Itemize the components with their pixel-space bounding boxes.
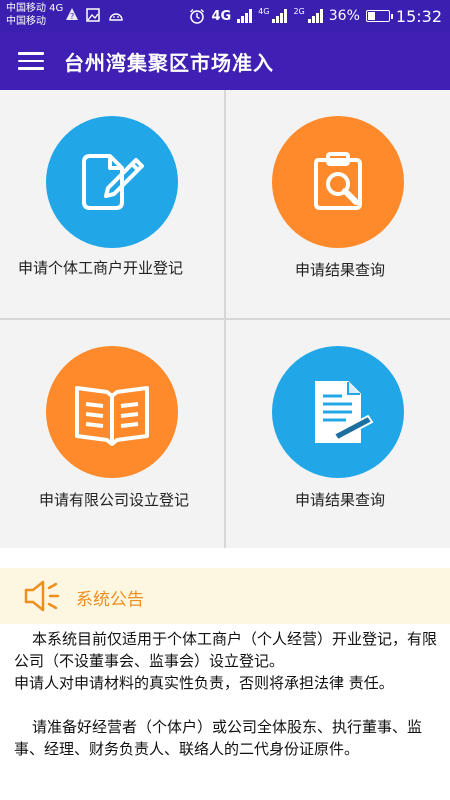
announcement-paragraph: 申请人对申请材料的真实性负责，否则将承担法律 责任。: [14, 674, 394, 692]
announcement-paragraph: 本系统目前仅适用于个体工商户（个人经营）开业登记，有限公司（不设董事会、监事会）…: [14, 630, 438, 670]
menu-icon[interactable]: [18, 52, 44, 70]
tile-label: 申请个体工商户开业登记: [18, 259, 184, 277]
tile-icon-circle: [272, 116, 404, 248]
speaker-icon: [24, 580, 60, 612]
network-type-3: 2G: [293, 6, 305, 16]
open-book-icon: [75, 386, 149, 446]
carrier-info: 中国移动 4G 中国移动: [6, 2, 63, 28]
status-right: 4G 4G 2G 36% 15:32: [189, 0, 442, 32]
carrier-line-1: 中国移动 4G: [6, 3, 64, 14]
network-type-2: 4G: [258, 6, 270, 16]
tile-individual-business-registration[interactable]: 申请个体工商户开业登记: [0, 90, 224, 318]
announcement-header: 系统公告: [0, 568, 450, 624]
announcement-body: 本系统目前仅适用于个体工商户（个人经营）开业登记，有限公司（不设董事会、监事会）…: [14, 628, 440, 760]
announcement-paragraph: 请准备好经营者（个体户）或公司全体股东、执行董事、监事、经理、财务负责人、联络人…: [14, 718, 423, 758]
android-icon: [109, 13, 123, 21]
carrier-line-2: 中国移动: [6, 16, 46, 27]
signal-strength-icon: [237, 9, 253, 23]
announcement-title: 系统公告: [76, 590, 144, 610]
signal-strength-icon-2: [272, 9, 288, 23]
tile-icon-circle: [272, 346, 404, 478]
clipboard-search-icon: [314, 152, 362, 210]
notification-icons: ?: [66, 8, 124, 22]
network-type-1: 4G: [211, 8, 232, 24]
battery-icon: [365, 10, 393, 22]
status-bar: 中国移动 4G 中国移动 ? 4G 4G 2G 36% 15:32: [0, 0, 450, 32]
tile-icon-circle: [46, 346, 178, 478]
svg-text:?: ?: [70, 12, 74, 21]
alarm-icon: [190, 9, 205, 24]
tile-result-query-1[interactable]: 申请结果查询: [226, 90, 450, 318]
battery-percent: 36%: [328, 8, 360, 24]
clock: 15:32: [395, 6, 442, 26]
wifi-question-icon: ?: [66, 8, 78, 21]
page-title: 台州湾集聚区市场准入: [64, 51, 274, 75]
tile-icon-circle: [46, 116, 178, 248]
tile-result-query-2[interactable]: 申请结果查询: [226, 320, 450, 548]
tile-label: 申请结果查询: [294, 491, 385, 509]
edit-document-icon: [82, 154, 144, 210]
function-grid: 申请个体工商户开业登记 申请结果查询 申请有限公司设立登记 申请结果查询: [0, 90, 450, 548]
signal-strength-icon-3: [307, 9, 323, 23]
battery-fill: [367, 12, 375, 20]
tile-label: 申请有限公司设立登记: [38, 491, 189, 509]
tile-limited-company-registration[interactable]: 申请有限公司设立登记: [0, 320, 224, 548]
app-bar: 台州湾集聚区市场准入: [0, 32, 450, 90]
document-pen-icon: [315, 381, 374, 443]
tile-label: 申请结果查询: [294, 261, 385, 279]
image-icon: [86, 8, 100, 22]
